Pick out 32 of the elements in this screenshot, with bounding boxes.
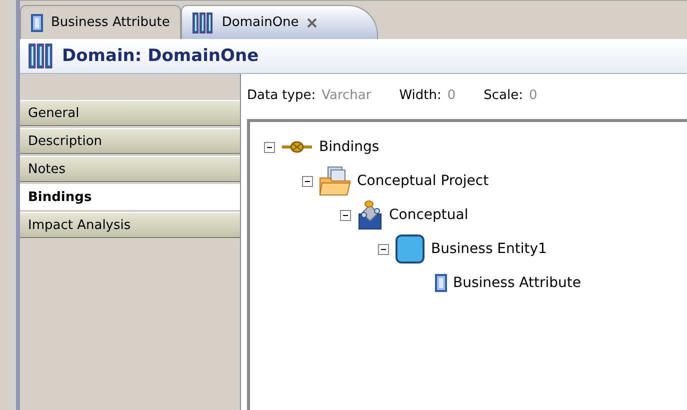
tree-item[interactable]: Business Entity1 bbox=[431, 241, 547, 257]
model-icon bbox=[357, 200, 383, 230]
editor-tab[interactable]: Business Attribute bbox=[20, 5, 181, 39]
field-value: 0 bbox=[529, 88, 538, 103]
tree-item[interactable]: Conceptual bbox=[389, 207, 468, 223]
entity-icon bbox=[395, 234, 425, 264]
attribute-icon bbox=[31, 14, 43, 32]
domain-icon bbox=[28, 43, 54, 69]
domain-icon bbox=[192, 12, 214, 34]
close-icon[interactable] bbox=[306, 18, 317, 28]
field-label: Width: bbox=[399, 88, 442, 103]
field-value: 0 bbox=[447, 88, 456, 103]
collapse-button[interactable] bbox=[264, 142, 275, 152]
sidebar-item[interactable]: Notes bbox=[20, 156, 240, 182]
sidebar-item[interactable]: Impact Analysis bbox=[20, 212, 240, 238]
tree-item[interactable]: Bindings bbox=[319, 139, 380, 155]
knot-icon bbox=[281, 140, 313, 154]
collapse-button[interactable] bbox=[302, 176, 313, 186]
editor-tab[interactable]: DomainOne bbox=[180, 5, 378, 39]
folder-icon bbox=[319, 166, 351, 196]
field-value: Varchar bbox=[322, 88, 372, 103]
sidebar-item[interactable]: General bbox=[20, 100, 240, 126]
tree-item[interactable]: Business Attribute bbox=[453, 275, 582, 291]
field-label: Data type: bbox=[247, 88, 316, 103]
tree-item[interactable]: Conceptual Project bbox=[357, 173, 489, 189]
attribute-icon bbox=[435, 274, 447, 292]
collapse-button[interactable] bbox=[340, 210, 351, 220]
field-label: Scale: bbox=[484, 88, 523, 103]
sidebar-item[interactable]: Description bbox=[20, 128, 240, 154]
editor-title: Domain: DomainOne bbox=[62, 46, 259, 66]
sidebar-item[interactable]: Bindings bbox=[20, 184, 240, 210]
collapse-button[interactable] bbox=[378, 244, 389, 254]
